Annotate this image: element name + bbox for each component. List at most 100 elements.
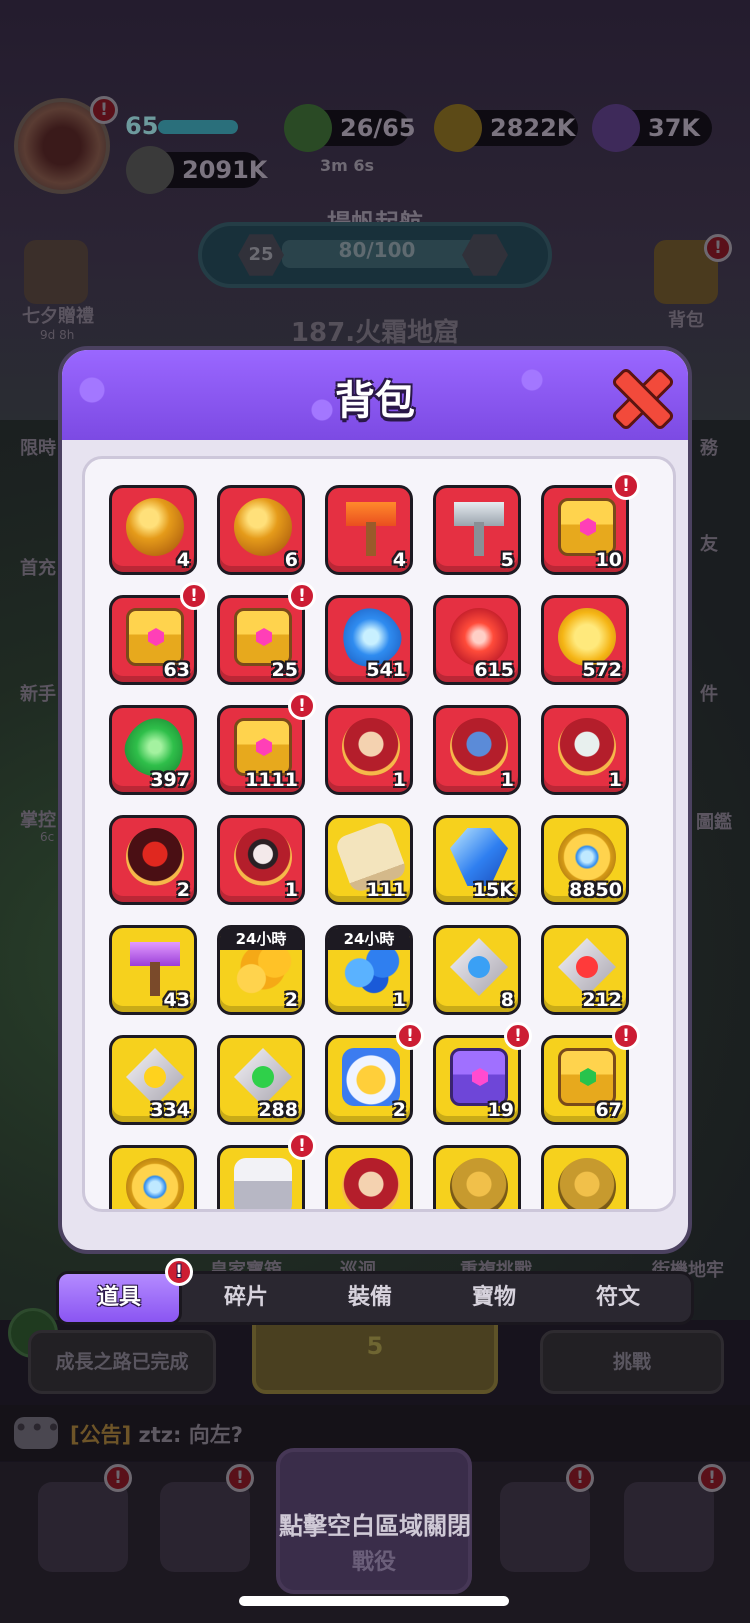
backpack-panel: 背包 4 6 4 5 10! 63! 25! 541 615 572 397 1111! 1 1 1 2 1 11… [58,346,692,1254]
item-slot[interactable]: 24小時 2 [217,925,305,1015]
crystal-icon [450,828,508,886]
yellow-diamond-icon [126,1048,184,1106]
item-count: 541 [366,659,406,681]
item-count: 1 [284,879,298,901]
item-slot[interactable]: 4 [325,485,413,575]
item-slot[interactable]: 19! [433,1022,532,1125]
item-count: 397 [150,769,190,791]
item-slot[interactable]: 1 [325,705,413,795]
item-count: 8 [500,989,514,1011]
new-item-badge: ! [612,472,640,500]
item-slot[interactable]: 24小時 1 [325,925,413,1015]
tab-treasures[interactable]: 寶物 [431,1274,557,1322]
tab-equipment[interactable]: 裝備 [307,1274,433,1322]
home-indicator [239,1596,509,1606]
hammer-icon [342,498,400,556]
medal-icon [234,498,292,556]
tab-label: 寶物 [471,1285,516,1310]
pale-hero-portrait-icon [234,828,292,886]
item-slot[interactable]: 8850 [541,815,629,905]
item-count: 4 [392,549,406,571]
item-slot[interactable]: 2 [109,815,197,905]
item-slot[interactable]: 10! [541,472,640,575]
pink-chest-icon [558,498,616,556]
item-slot[interactable]: 67! [541,1022,640,1125]
item-count: 2 [284,989,298,1011]
item-scroll-area[interactable]: 4 6 4 5 10! 63! 25! 541 615 572 397 1111! 1 1 1 2 1 111 15… [82,456,676,1212]
purple-hammer-icon [126,938,184,996]
item-slot[interactable]: 25! [217,582,316,685]
item-slot[interactable]: 4 [109,485,197,575]
bag-icon [234,1158,292,1209]
item-slot[interactable] [109,1145,197,1209]
item-slot[interactable]: 334 [109,1035,197,1125]
item-slot[interactable]: 541 [325,595,413,685]
item-count: 4 [176,549,190,571]
tab-items[interactable]: 道具! [56,1258,193,1325]
item-slot[interactable] [541,1145,629,1209]
pink-chest-icon [234,608,292,666]
compass-coin-icon [126,1158,184,1209]
item-slot[interactable]: 572 [541,595,629,685]
time-limit-tag: 24小時 [328,928,410,950]
panel-header: 背包 [62,350,688,440]
tab-label: 裝備 [347,1285,392,1310]
item-slot[interactable]: 2! [325,1022,424,1125]
item-slot[interactable]: 63! [109,582,208,685]
item-count: 572 [582,659,622,681]
hero-portrait-icon [342,1158,400,1209]
item-count: 2 [392,1099,406,1121]
item-slot[interactable]: 1111! [217,692,316,795]
medal-icon [126,498,184,556]
item-slot[interactable] [325,1145,413,1209]
item-slot[interactable]: 397 [109,705,197,795]
item-slot[interactable]: 6 [217,485,305,575]
green-diamond-icon [234,1048,292,1106]
item-slot[interactable]: ! [217,1132,316,1209]
tab-runes[interactable]: 符文 [555,1274,681,1322]
item-count: 1111 [245,769,298,791]
item-count: 5 [500,549,514,571]
bolt-icon [558,608,616,666]
item-count: 15K [472,879,514,901]
purple-chest-icon [450,1048,508,1106]
close-button[interactable] [610,366,668,424]
robot-hero-portrait-icon [558,718,616,776]
dark-hero-portrait-icon [126,828,184,886]
item-slot[interactable]: 15K [433,815,521,905]
tab-label: 符文 [595,1285,640,1310]
pink-chest-icon [126,608,184,666]
item-slot[interactable]: 212 [541,925,629,1015]
item-slot[interactable]: 288 [217,1035,305,1125]
new-item-badge: ! [288,1132,316,1160]
item-slot[interactable] [433,1145,521,1209]
item-slot[interactable]: 8 [433,925,521,1015]
item-slot[interactable]: 43 [109,925,197,1015]
item-slot[interactable]: 1 [433,705,521,795]
green-chest-icon [558,1048,616,1106]
silver-hammer-icon [450,498,508,556]
gold-hero-portrait-icon [450,1158,508,1209]
pink-chest-icon [234,718,292,776]
item-count: 10 [595,549,622,571]
item-count: 67 [595,1099,622,1121]
new-item-badge: ! [396,1022,424,1050]
tab-fragments[interactable]: 碎片 [183,1274,309,1322]
item-slot[interactable]: 615 [433,595,521,685]
backpack-tabs: 道具! 碎片 裝備 寶物 符文 [56,1258,694,1325]
item-count: 63 [163,659,190,681]
item-slot[interactable]: 111 [325,815,413,905]
item-count: 1 [392,769,406,791]
blue-diamond-icon [450,938,508,996]
knight-icon [342,1048,400,1106]
item-count: 1 [500,769,514,791]
item-slot[interactable]: 1 [541,705,629,795]
item-slot[interactable]: 5 [433,485,521,575]
item-count: 19 [487,1099,514,1121]
item-count: 1 [608,769,622,791]
blue-hero-portrait-icon [450,718,508,776]
item-count: 6 [284,549,298,571]
item-count: 615 [474,659,514,681]
new-item-badge: ! [504,1022,532,1050]
item-slot[interactable]: 1 [217,815,305,905]
